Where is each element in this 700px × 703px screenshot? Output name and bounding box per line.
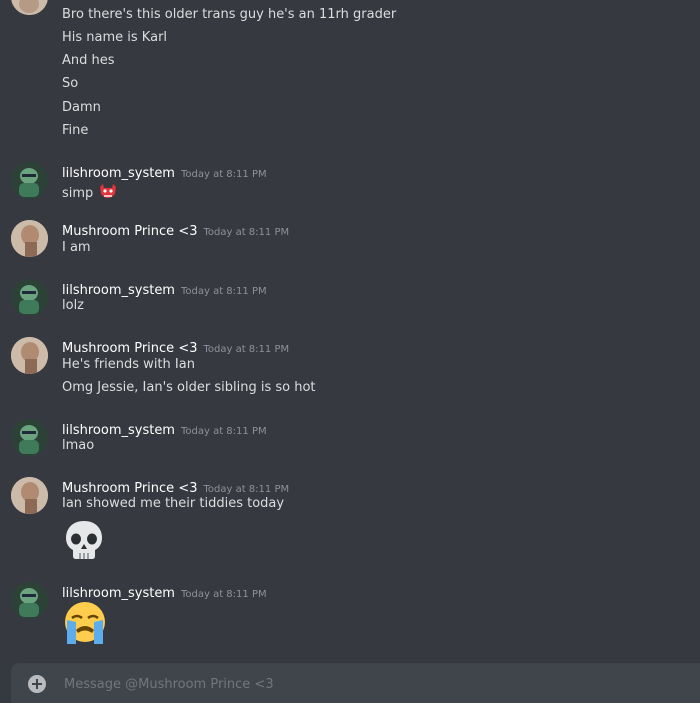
timestamp: Today at 8:11 PM	[203, 227, 290, 238]
message-header: lilshroom_system Today at 8:11 PM	[62, 582, 267, 601]
username[interactable]: lilshroom_system	[62, 586, 175, 601]
timestamp: Today at 8:11 PM	[203, 484, 290, 495]
username[interactable]: lilshroom_system	[62, 166, 175, 181]
avatar[interactable]	[11, 0, 48, 15]
message-header: Mushroom Prince <3 Today at 8:11 PM	[62, 477, 290, 496]
message-text: I am	[62, 240, 91, 255]
message-input[interactable]	[62, 673, 666, 695]
avatar[interactable]	[11, 279, 48, 316]
message-text: Ian showed me their tiddies today	[62, 496, 285, 511]
username[interactable]: Mushroom Prince <3	[62, 481, 197, 496]
message-text: lmao	[62, 438, 95, 453]
message-text: So	[62, 76, 79, 91]
avatar[interactable]	[11, 162, 48, 199]
avatar[interactable]	[11, 582, 48, 619]
message-header: lilshroom_system Today at 8:11 PM	[62, 419, 267, 438]
avatar[interactable]	[11, 419, 48, 456]
avatar[interactable]	[11, 337, 48, 374]
message-header: Mushroom Prince <3 Today at 8:11 PM	[62, 337, 290, 356]
chat-log: Bro there's this older trans guy he's an…	[0, 0, 700, 703]
username[interactable]: Mushroom Prince <3	[62, 341, 197, 356]
message-header: lilshroom_system Today at 8:11 PM	[62, 162, 267, 181]
message-text: Omg Jessie, Ian's older sibling is so ho…	[62, 380, 316, 395]
avatar[interactable]	[11, 477, 48, 514]
message-text: And hes	[62, 53, 115, 68]
username[interactable]: Mushroom Prince <3	[62, 224, 197, 239]
message-composer	[11, 663, 700, 703]
message-header: lilshroom_system Today at 8:11 PM	[62, 279, 267, 298]
timestamp: Today at 8:11 PM	[180, 426, 267, 437]
username[interactable]: lilshroom_system	[62, 423, 175, 438]
message-header: Mushroom Prince <3 Today at 8:11 PM	[62, 220, 290, 239]
goblin-mask-icon	[98, 182, 118, 207]
loudly-crying-face-icon	[62, 600, 108, 650]
message-text: Bro there's this older trans guy he's an…	[62, 7, 397, 22]
message-text: He's friends with Ian	[62, 357, 195, 372]
message-text: His name is Karl	[62, 30, 168, 45]
timestamp: Today at 8:11 PM	[180, 169, 267, 180]
avatar[interactable]	[11, 220, 48, 257]
skull-icon	[62, 518, 106, 566]
message-text: lolz	[62, 298, 85, 313]
message-text: simp	[62, 182, 118, 207]
message-text-content: simp	[62, 186, 94, 201]
timestamp: Today at 8:11 PM	[180, 286, 267, 297]
timestamp: Today at 8:11 PM	[203, 344, 290, 355]
message-text: Damn	[62, 100, 101, 115]
add-attachment-icon[interactable]	[28, 675, 46, 693]
username[interactable]: lilshroom_system	[62, 283, 175, 298]
message-text: Fine	[62, 123, 89, 138]
timestamp: Today at 8:11 PM	[180, 589, 267, 600]
